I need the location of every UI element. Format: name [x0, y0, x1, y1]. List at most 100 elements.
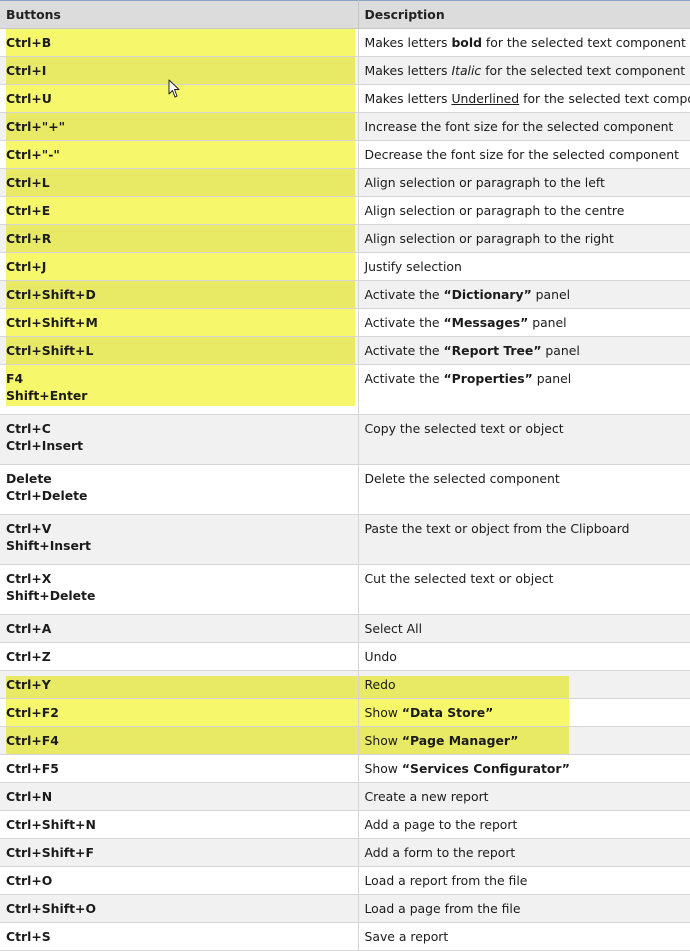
description-emph: “Services Configurator” [401, 761, 570, 776]
shortcut-keys-cell: Ctrl+F4 [0, 726, 359, 755]
description-pre: Justify selection [364, 259, 462, 274]
shortcut-key: Ctrl+Shift+N [6, 817, 96, 832]
shortcut-key: Ctrl+F2 [6, 705, 59, 720]
shortcut-key: Shift+Insert [6, 538, 91, 553]
shortcut-table: Buttons Description Ctrl+B Makes letters … [0, 0, 690, 951]
table-row: Delete Ctrl+Delete Delete the selected com… [0, 464, 690, 515]
description-cell: Add a form to the report [358, 838, 690, 867]
description-post: panel [528, 315, 567, 330]
shortcut-key: Ctrl+Shift+D [6, 287, 96, 302]
shortcut-key: Ctrl+S [6, 929, 51, 944]
table-body: Ctrl+B Makes letters bold for the selecte… [0, 28, 690, 951]
table-row: Ctrl+B Makes letters bold for the selecte… [0, 28, 690, 57]
table-row: Ctrl+X Shift+Delete Cut the selected text … [0, 564, 690, 615]
table-row: Ctrl+Z Undo [0, 642, 690, 671]
table-row: Ctrl+I Makes letters Italic for the selec… [0, 56, 690, 85]
shortcut-keys-cell: Ctrl+N [0, 782, 359, 811]
description-pre: Copy the selected text or object [364, 421, 564, 436]
shortcut-key: Ctrl+Shift+L [6, 343, 94, 358]
description-cell: Show “Services Configurator” [358, 754, 690, 783]
table-row: Ctrl+"+" Increase the font size for the s… [0, 112, 690, 141]
shortcut-document: Buttons Description Ctrl+B Makes letters … [0, 0, 690, 951]
description-emph: Underlined [451, 91, 520, 106]
shortcut-key: Ctrl+F5 [6, 761, 59, 776]
description-emph: Italic [451, 63, 482, 78]
table-row: Ctrl+Y Redo [0, 670, 690, 699]
table-row: Ctrl+"-" Decrease the font size for the s… [0, 140, 690, 169]
description-cell: Makes letters Underlined for the selecte… [358, 84, 690, 113]
description-post: panel [541, 343, 580, 358]
description-pre: Add a page to the report [364, 817, 518, 832]
description-cell: Paste the text or object from the Clipbo… [358, 514, 690, 565]
description-cell: Activate the “Properties” panel [358, 364, 690, 415]
table-row: Ctrl+F5 Show “Services Configurator” [0, 754, 690, 783]
description-pre: Makes letters [364, 63, 452, 78]
shortcut-key: Ctrl+B [6, 35, 52, 50]
shortcut-key: Ctrl+V [6, 521, 52, 536]
table-row: Ctrl+U Makes letters Underlined for the s… [0, 84, 690, 113]
table-row: Ctrl+O Load a report from the file [0, 866, 690, 895]
description-cell: Redo [358, 670, 690, 699]
description-pre: Activate the [364, 371, 444, 386]
shortcut-keys-cell: Ctrl+E [0, 196, 359, 225]
table-row: Ctrl+F4 Show “Page Manager” [0, 726, 690, 755]
description-emph: “Messages” [443, 315, 529, 330]
table-row: Ctrl+F2 Show “Data Store” [0, 698, 690, 727]
description-cell: Delete the selected component [358, 464, 690, 515]
shortcut-key: Ctrl+O [6, 873, 53, 888]
table-row: Ctrl+C Ctrl+Insert Copy the selected text … [0, 414, 690, 465]
description-pre: Align selection or paragraph to the righ… [364, 231, 614, 246]
shortcut-keys-cell: Ctrl+X Shift+Delete [0, 564, 359, 615]
description-cell: Add a page to the report [358, 810, 690, 839]
shortcut-keys-cell: Ctrl+Shift+N [0, 810, 359, 839]
table-row: Ctrl+E Align selection or paragraph to th… [0, 196, 690, 225]
shortcut-keys-cell: Ctrl+F5 [0, 754, 359, 783]
column-header-description: Description [358, 0, 690, 29]
table-header: Buttons Description [0, 0, 690, 29]
description-cell: Align selection or paragraph to the righ… [358, 224, 690, 253]
shortcut-key: Ctrl+Shift+M [6, 315, 98, 330]
table-row: Ctrl+Shift+L Activate the “Report Tree” p… [0, 336, 690, 365]
shortcut-key: Ctrl+Shift+O [6, 901, 96, 916]
shortcut-key: F4 [6, 371, 24, 386]
description-pre: Makes letters [364, 91, 452, 106]
mouse-pointer-icon [168, 79, 180, 98]
shortcut-key: Ctrl+I [6, 63, 47, 78]
shortcut-keys-cell: Ctrl+B [0, 28, 359, 57]
description-cell: Cut the selected text or object [358, 564, 690, 615]
description-pre: Align selection or paragraph to the left [364, 175, 605, 190]
shortcut-keys-cell: Ctrl+Z [0, 642, 359, 671]
description-emph: “Properties” [443, 371, 533, 386]
shortcut-keys-cell: Ctrl+"+" [0, 112, 359, 141]
description-cell: Makes letters bold for the selected text… [358, 28, 690, 57]
description-post: for the selected text component [481, 63, 686, 78]
description-post: panel [531, 287, 571, 302]
description-pre: Delete the selected component [364, 471, 560, 486]
description-cell: Undo [358, 642, 690, 671]
table-row: Ctrl+J Justify selection [0, 252, 690, 281]
shortcut-keys-cell: Ctrl+"-" [0, 140, 359, 169]
shortcut-keys-cell: F4 Shift+Enter [0, 364, 359, 415]
description-pre: Show [364, 705, 402, 720]
table-row: Ctrl+Shift+F Add a form to the report [0, 838, 690, 867]
shortcut-key: Ctrl+N [6, 789, 53, 804]
description-pre: Create a new report [364, 789, 489, 804]
description-post: panel [532, 371, 572, 386]
shortcut-key: Ctrl+Shift+F [6, 845, 94, 860]
shortcut-keys-cell: Ctrl+Shift+F [0, 838, 359, 867]
table-row: Ctrl+Shift+O Load a page from the file [0, 894, 690, 923]
description-cell: Show “Data Store” [358, 698, 690, 727]
shortcut-key: Ctrl+F4 [6, 733, 59, 748]
description-emph: “Data Store” [401, 705, 494, 720]
shortcut-keys-cell: Ctrl+O [0, 866, 359, 895]
description-cell: Increase the font size for the selected … [358, 112, 690, 141]
shortcut-key: Ctrl+A [6, 621, 52, 636]
description-pre: Align selection or paragraph to the cent… [364, 203, 625, 218]
description-cell: Decrease the font size for the selected … [358, 140, 690, 169]
description-cell: Activate the “Messages” panel [358, 308, 690, 337]
description-emph: “Page Manager” [401, 733, 519, 748]
shortcut-keys-cell: Ctrl+J [0, 252, 359, 281]
table-row: Ctrl+Shift+N Add a page to the report [0, 810, 690, 839]
description-pre: Increase the font size for the selected … [364, 119, 674, 134]
shortcut-keys-cell: Ctrl+F2 [0, 698, 359, 727]
